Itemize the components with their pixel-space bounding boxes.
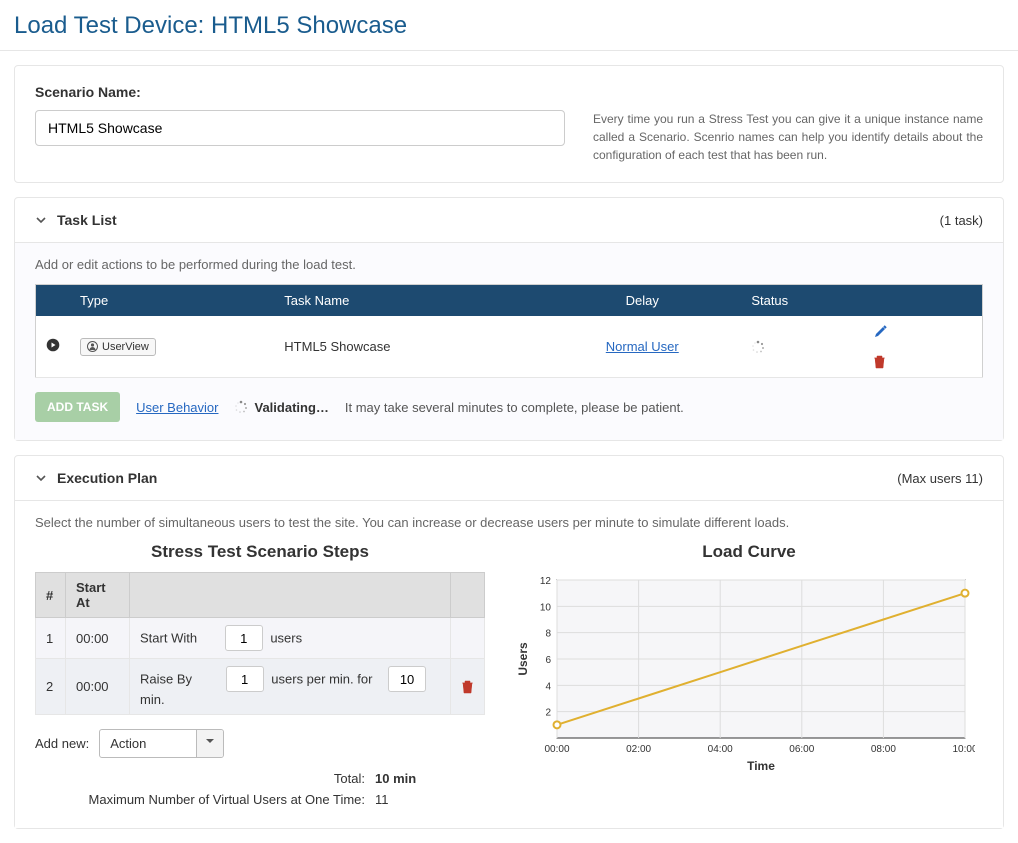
svg-text:Users: Users	[516, 642, 530, 676]
col-start-at: Start At	[66, 573, 130, 618]
step-label: Raise By	[140, 672, 192, 687]
step-num: 1	[36, 618, 66, 659]
col-actions	[863, 285, 983, 317]
chevron-down-icon	[35, 472, 47, 484]
caret-down-icon[interactable]	[196, 730, 223, 757]
page-title: Load Test Device: HTML5 Showcase	[0, 0, 1018, 50]
col-expand	[36, 285, 71, 317]
col-status: Status	[741, 285, 862, 317]
delete-task-icon[interactable]	[873, 354, 973, 369]
total-value: 10 min	[375, 771, 435, 786]
col-name: Task Name	[274, 285, 543, 317]
execution-help: Select the number of simultaneous users …	[35, 515, 983, 530]
step-num: 2	[36, 659, 66, 715]
task-list-header[interactable]: Task List (1 task)	[15, 198, 1003, 243]
svg-text:12: 12	[540, 576, 552, 587]
step-time: 00:00	[66, 659, 130, 715]
validating-spinner-icon	[234, 400, 248, 414]
col-step-num: #	[36, 573, 66, 618]
svg-text:10:00: 10:00	[952, 744, 975, 755]
col-step-actions	[451, 573, 485, 618]
validating-help: It may take several minutes to complete,…	[345, 400, 684, 415]
col-type: Type	[70, 285, 274, 317]
steps-title: Stress Test Scenario Steps	[35, 542, 485, 562]
start-with-input[interactable]	[225, 625, 263, 651]
svg-text:2: 2	[545, 708, 551, 719]
scenario-help-text: Every time you run a Stress Test you can…	[593, 110, 983, 164]
max-users-meta: (Max users 11)	[897, 471, 983, 486]
execution-plan-header[interactable]: Execution Plan (Max users 11)	[15, 456, 1003, 501]
steps-table: # Start At 1 00:00 Start With	[35, 572, 485, 715]
task-row: UserView HTML5 Showcase Normal User	[36, 316, 983, 378]
action-combobox-value: Action	[100, 730, 196, 757]
delete-step-icon[interactable]	[461, 679, 474, 694]
scenario-panel: Scenario Name: Every time you run a Stre…	[14, 65, 1004, 183]
execution-plan-panel: Execution Plan (Max users 11) Select the…	[14, 455, 1004, 829]
validating-label: Validating…	[254, 400, 328, 415]
divider	[0, 50, 1018, 51]
svg-text:8: 8	[545, 629, 551, 640]
svg-text:10: 10	[540, 602, 552, 613]
step-row: 2 00:00 Raise By users per min. for min.	[36, 659, 485, 715]
task-list-help: Add or edit actions to be performed duri…	[35, 257, 983, 272]
action-combobox[interactable]: Action	[99, 729, 224, 758]
svg-text:00:00: 00:00	[544, 744, 569, 755]
max-users-label: Maximum Number of Virtual Users at One T…	[35, 792, 375, 807]
user-behavior-link[interactable]: User Behavior	[136, 400, 218, 415]
step-row: 1 00:00 Start With users	[36, 618, 485, 659]
scenario-name-input[interactable]	[35, 110, 565, 146]
step-unit: min.	[140, 692, 165, 707]
svg-text:08:00: 08:00	[871, 744, 896, 755]
svg-text:6: 6	[545, 655, 551, 666]
svg-text:4: 4	[545, 681, 551, 692]
expand-row-icon[interactable]	[46, 338, 60, 352]
add-new-label: Add new:	[35, 736, 89, 751]
task-delay-link[interactable]: Normal User	[606, 339, 679, 354]
svg-text:04:00: 04:00	[708, 744, 733, 755]
add-task-button[interactable]: ADD TASK	[35, 392, 120, 422]
col-delay: Delay	[543, 285, 741, 317]
chevron-down-icon	[35, 214, 47, 226]
step-time: 00:00	[66, 618, 130, 659]
load-curve-title: Load Curve	[515, 542, 983, 562]
step-unit: users per min. for	[271, 672, 372, 687]
total-label: Total:	[35, 771, 375, 786]
task-type-badge: UserView	[80, 338, 156, 356]
step-unit: users	[270, 631, 302, 646]
execution-plan-title: Execution Plan	[57, 470, 157, 486]
col-step-action	[130, 573, 451, 618]
task-type-label: UserView	[102, 341, 149, 353]
task-table: Type Task Name Delay Status	[35, 284, 983, 378]
svg-text:02:00: 02:00	[626, 744, 651, 755]
max-users-value: 11	[375, 792, 435, 807]
step-label: Start With	[140, 631, 197, 646]
svg-text:Time: Time	[747, 759, 775, 772]
duration-input[interactable]	[388, 666, 426, 692]
task-name-cell: HTML5 Showcase	[274, 316, 543, 378]
task-count: (1 task)	[940, 213, 983, 228]
scenario-label: Scenario Name:	[35, 84, 983, 100]
status-spinner-icon	[751, 340, 765, 354]
edit-task-icon[interactable]	[873, 324, 973, 339]
task-list-title: Task List	[57, 212, 117, 228]
load-curve-chart: 2 4 6 8 10 12 00:00 02:00 04:00 06:00 08:00 10:00 Ti…	[515, 572, 975, 772]
svg-text:06:00: 06:00	[789, 744, 814, 755]
task-list-panel: Task List (1 task) Add or edit actions t…	[14, 197, 1004, 441]
raise-by-input[interactable]	[226, 666, 264, 692]
